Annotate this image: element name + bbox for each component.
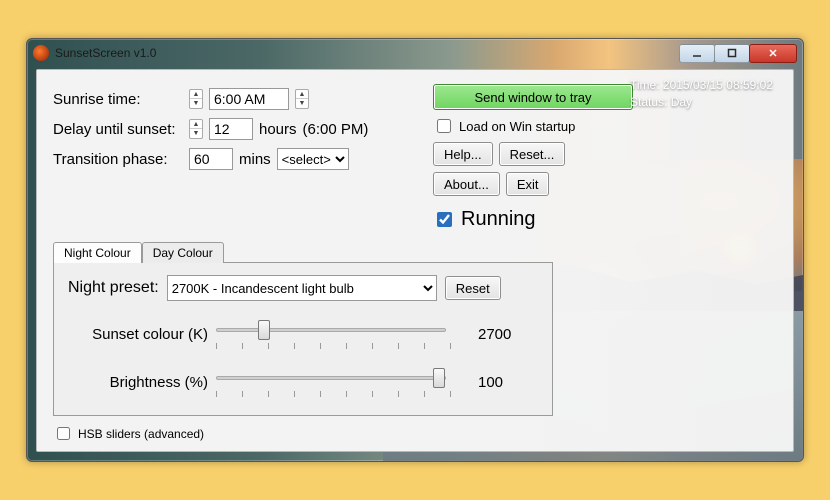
night-preset-select[interactable]: 2700K - Incandescent light bulb [167, 275, 437, 301]
load-startup-input[interactable] [437, 119, 451, 133]
app-window: SunsetScreen v1.0 Time: 2015/03/15 08:59… [26, 38, 804, 462]
send-to-tray-button[interactable]: Send window to tray [433, 84, 633, 110]
hsb-label: HSB sliders (advanced) [78, 427, 204, 441]
delay-label: Delay until sunset: [53, 121, 183, 138]
minimize-button[interactable] [679, 44, 715, 63]
maximize-button[interactable] [714, 44, 750, 63]
slider-ticks [216, 343, 470, 349]
sunrise-label: Sunrise time: [53, 91, 183, 108]
tab-day-colour[interactable]: Day Colour [142, 242, 224, 263]
brightness-slider[interactable] [216, 369, 446, 387]
tab-night-colour[interactable]: Night Colour [53, 242, 142, 263]
transition-label: Transition phase: [53, 151, 183, 168]
exit-button[interactable]: Exit [506, 172, 550, 196]
reset-button[interactable]: Reset... [499, 142, 566, 166]
transition-input[interactable] [189, 148, 233, 170]
transition-select[interactable]: <select> [277, 148, 349, 170]
sunset-colour-label: Sunset colour (K) [68, 326, 208, 343]
night-preset-label: Night preset: [68, 279, 159, 297]
help-button[interactable]: Help... [433, 142, 493, 166]
status-overlay: Time: 2015/03/15 08:59:02 Status: Day [630, 77, 773, 111]
running-checkbox[interactable]: Running [433, 208, 633, 231]
brightness-value: 100 [478, 374, 538, 391]
load-startup-checkbox[interactable]: Load on Win startup [433, 116, 633, 136]
titlebar: SunsetScreen v1.0 [27, 39, 803, 67]
about-button[interactable]: About... [433, 172, 500, 196]
sunset-colour-value: 2700 [478, 326, 538, 343]
status-time: Time: 2015/03/15 08:59:02 [630, 77, 773, 94]
window-title: SunsetScreen v1.0 [55, 46, 156, 60]
slider-ticks [216, 391, 470, 397]
sunset-colour-slider[interactable] [216, 321, 446, 339]
night-colour-panel: Night preset: 2700K - Incandescent light… [53, 262, 553, 416]
delay-input[interactable] [209, 118, 253, 140]
status-day: Status: Day [630, 94, 773, 111]
app-icon [33, 45, 49, 61]
preset-reset-button[interactable]: Reset [445, 276, 501, 300]
colour-tabs: Night Colour Day Colour Night preset: 27… [53, 241, 553, 416]
sunrise-spin-left[interactable]: ▲▼ [189, 89, 203, 109]
delay-unit: hours [259, 121, 297, 138]
running-label: Running [461, 208, 536, 231]
sunrise-spin-right[interactable]: ▲▼ [295, 89, 309, 109]
delay-spin[interactable]: ▲▼ [189, 119, 203, 139]
sunrise-input[interactable] [209, 88, 289, 110]
hsb-input[interactable] [57, 427, 70, 440]
load-startup-label: Load on Win startup [459, 119, 575, 134]
client-area: Sunrise time: ▲▼ ▲▼ Delay until sunset: … [36, 69, 794, 452]
close-button[interactable] [749, 44, 797, 63]
brightness-label: Brightness (%) [68, 374, 208, 391]
running-input[interactable] [437, 212, 452, 227]
delay-result: (6:00 PM) [303, 121, 369, 138]
hsb-checkbox[interactable]: HSB sliders (advanced) [53, 424, 777, 443]
transition-unit: mins [239, 151, 271, 168]
